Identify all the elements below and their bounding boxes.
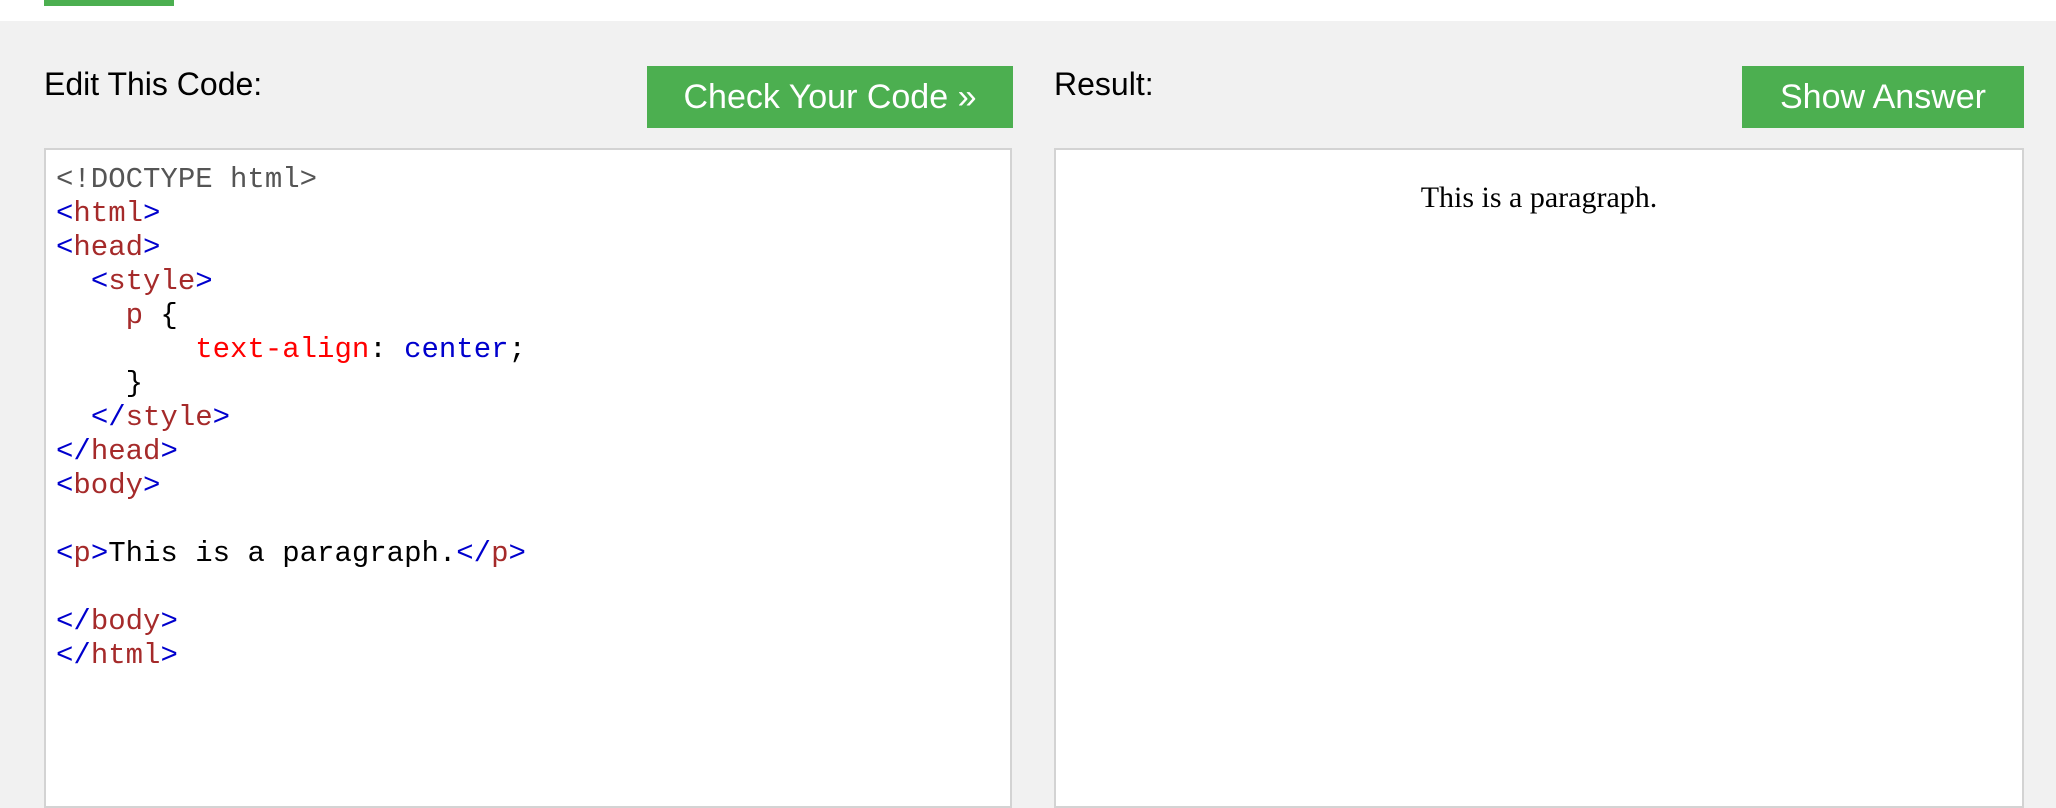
tag-bracket: >	[508, 537, 526, 570]
tag-bracket: >	[160, 605, 178, 638]
code-line: <!DOCTYPE html>	[56, 163, 1010, 197]
tag-bracket: </	[56, 435, 91, 468]
code-line: </style>	[56, 401, 1010, 435]
code-line: </html>	[56, 639, 1010, 673]
tag-bracket: >	[160, 639, 178, 672]
code-line: </body>	[56, 605, 1010, 639]
code-line: <html>	[56, 197, 1010, 231]
code-line: <p>This is a paragraph.</p>	[56, 537, 1010, 571]
tag-name: html	[73, 197, 144, 230]
code-content[interactable]: <!DOCTYPE html> <html> <head> <style> p { …	[46, 150, 1010, 673]
top-bar	[0, 0, 2056, 21]
tag-bracket: </	[90, 401, 126, 434]
css-value: center	[404, 333, 509, 366]
tag-name: p	[491, 537, 509, 570]
result-frame[interactable]: This is a paragraph.	[1054, 148, 2024, 808]
result-label: Result:	[1054, 66, 1154, 102]
tag-name: p	[73, 537, 91, 570]
css-selector: p	[125, 299, 144, 332]
tag-bracket: >	[160, 435, 178, 468]
tag-bracket: <	[90, 265, 109, 298]
code-line: text-align: center;	[56, 333, 1010, 367]
tag-bracket: <	[56, 231, 74, 264]
code-line: <style>	[56, 265, 1010, 299]
show-answer-button[interactable]: Show Answer	[1742, 66, 2024, 128]
tag-bracket: >	[143, 197, 161, 230]
code-editor[interactable]: <!DOCTYPE html> <html> <head> <style> p { …	[44, 148, 1012, 808]
tag-bracket: >	[143, 469, 161, 502]
tag-name: html	[90, 639, 161, 672]
tag-bracket: <	[56, 469, 74, 502]
tag-name: head	[73, 231, 144, 264]
code-line: <body>	[56, 469, 1010, 503]
tag-bracket: >	[90, 537, 109, 570]
code-line: }	[56, 367, 1010, 401]
active-nav-indicator	[44, 0, 174, 6]
tag-name: style	[108, 265, 196, 298]
tag-bracket: >	[195, 265, 213, 298]
css-colon: :	[369, 333, 405, 366]
tag-bracket: </	[56, 605, 91, 638]
css-property: text-align	[195, 333, 370, 366]
code-line: </head>	[56, 435, 1010, 469]
editor-label: Edit This Code:	[44, 66, 263, 102]
tag-bracket: </	[456, 537, 492, 570]
css-brace: {	[143, 299, 178, 332]
tag-bracket: >	[143, 231, 161, 264]
tag-name: style	[125, 401, 213, 434]
tag-name: body	[90, 605, 161, 638]
element-text: This is a paragraph.	[108, 537, 457, 570]
code-line: <head>	[56, 231, 1010, 265]
css-brace: }	[125, 367, 144, 400]
css-semicolon: ;	[508, 333, 526, 366]
tag-bracket: >	[212, 401, 231, 434]
check-your-code-button[interactable]: Check Your Code »	[647, 66, 1013, 128]
tag-bracket: <	[56, 537, 74, 570]
code-line: p {	[56, 299, 1010, 333]
tag-name: head	[90, 435, 161, 468]
tag-bracket: </	[56, 639, 91, 672]
doctype-token: <!DOCTYPE html>	[56, 163, 318, 196]
tag-bracket: <	[56, 197, 74, 230]
tag-name: body	[73, 469, 144, 502]
result-paragraph: This is a paragraph.	[1420, 181, 1658, 214]
